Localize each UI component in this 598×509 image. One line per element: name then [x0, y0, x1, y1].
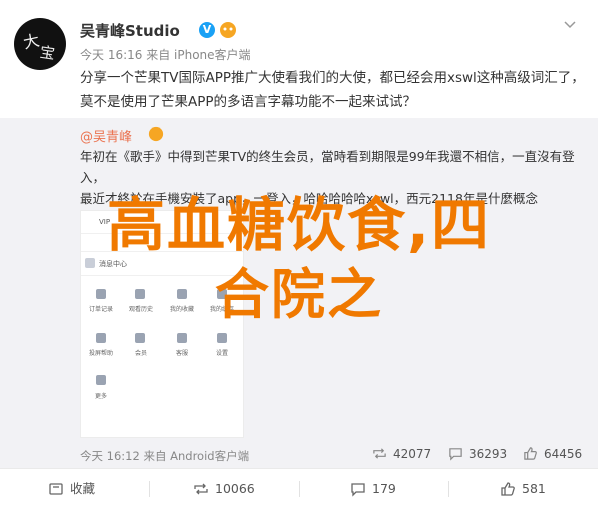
- grid-label: 更多: [94, 393, 107, 400]
- member-badge-icon: [220, 22, 236, 38]
- comment-count: 36293: [469, 447, 508, 461]
- repost-count: 42077: [393, 447, 432, 461]
- repost-button[interactable]: 10066: [193, 469, 255, 509]
- quoted-like-count[interactable]: 64456: [523, 446, 582, 461]
- collect-label: 收藏: [70, 481, 96, 496]
- grid-label: 投屏帮助: [88, 350, 113, 357]
- grid-label: 设置: [215, 350, 228, 357]
- member-badge-icon: [148, 126, 164, 142]
- grid-label: 会员: [134, 350, 147, 357]
- chevron-down-icon[interactable]: [564, 18, 576, 30]
- comment-icon: [449, 448, 462, 461]
- verified-icon: V: [199, 22, 215, 38]
- avatar[interactable]: 大宝: [14, 18, 66, 70]
- weibo-post: 大宝 吴青峰Studio V 今天 16:16 来自 iPhone客户端 分享一…: [0, 0, 598, 508]
- grid-label: 客服: [175, 350, 188, 357]
- more-icon: [96, 375, 106, 385]
- settings-icon: [217, 333, 227, 343]
- like-button[interactable]: 581: [500, 469, 546, 509]
- overlay-line-2: 合院之: [215, 263, 383, 326]
- favorite-button[interactable]: 收藏: [48, 469, 95, 509]
- comment-button[interactable]: 179: [350, 469, 396, 509]
- cast-icon: [96, 333, 106, 343]
- action-bar: 收藏 10066 179 581: [0, 468, 598, 509]
- repost-icon: [373, 448, 386, 459]
- overlay-line-1: 高血糖饮食,四: [106, 191, 492, 259]
- like-icon: [524, 447, 537, 460]
- post-header: 大宝 吴青峰Studio V 今天 16:16 来自 iPhone客户端: [14, 14, 584, 74]
- repost-count: 10066: [215, 481, 255, 496]
- divider: [149, 481, 150, 497]
- divider: [299, 481, 300, 497]
- quoted-line: 年初在《歌手》中得到芒果TV的终生会员，當時看到期限是99年我還不相信，一直沒有…: [80, 149, 575, 185]
- service-icon: [177, 333, 187, 343]
- quoted-author[interactable]: @吴青峰: [80, 126, 132, 145]
- divider: [448, 481, 449, 497]
- vip-icon: [135, 333, 145, 343]
- like-count: 581: [522, 481, 546, 496]
- comment-count: 179: [372, 481, 396, 496]
- like-count: 64456: [544, 447, 583, 461]
- post-text: 分享一个芒果TV国际APP推广大使看我们的大使，都已经会用xswl这种高级词汇了…: [80, 70, 585, 110]
- overlay-caption: 高血糖饮食,四 合院之: [0, 190, 598, 330]
- comment-icon: [351, 483, 365, 497]
- post-meta: 今天 16:16 来自 iPhone客户端: [80, 48, 251, 62]
- like-icon: [501, 482, 515, 496]
- quoted-repost-count[interactable]: 42077: [372, 446, 431, 461]
- author-name[interactable]: 吴青峰Studio: [80, 20, 180, 41]
- quoted-meta: 今天 16:12 来自 Android客户端: [80, 449, 250, 463]
- collect-icon: [49, 483, 63, 495]
- repost-icon: [194, 483, 208, 495]
- quoted-comment-count[interactable]: 36293: [448, 446, 507, 461]
